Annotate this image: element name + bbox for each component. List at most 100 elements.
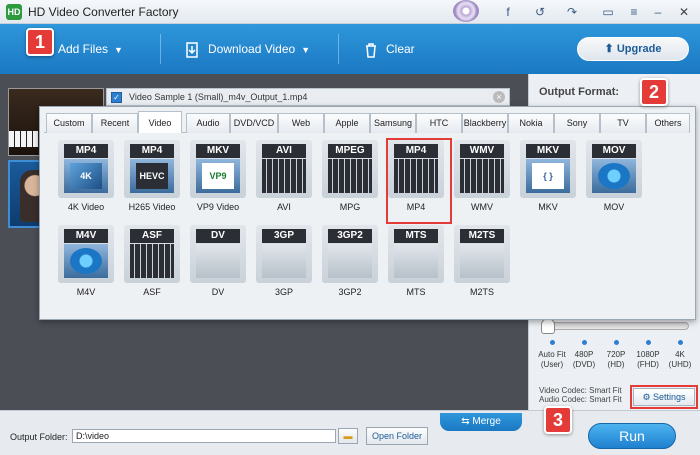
- minimize-icon[interactable]: –: [644, 2, 672, 22]
- tab-dvd-vcd[interactable]: DVD/VCD: [230, 113, 278, 133]
- resolution-option[interactable]: 4K (UHD): [663, 350, 697, 370]
- close-icon[interactable]: ✕: [670, 2, 698, 22]
- tick: [582, 340, 587, 345]
- format-head: MP4: [64, 144, 108, 158]
- merge-button[interactable]: ⇆ Merge: [440, 413, 522, 431]
- tab-web[interactable]: Web: [278, 113, 324, 133]
- tab-nokia[interactable]: Nokia: [508, 113, 554, 133]
- format-3gp2[interactable]: 3GP2 3GP2: [320, 225, 380, 305]
- tab-custom[interactable]: Custom: [46, 113, 92, 133]
- video-format-icon: 3GP2: [322, 225, 378, 283]
- file-row[interactable]: ✓ Video Sample 1 (Small)_m4v_Output_1.mp…: [106, 88, 510, 106]
- format-h265-video[interactable]: MP4 HEVC H265 Video: [122, 140, 182, 220]
- format-mkv[interactable]: MKV { } MKV: [518, 140, 578, 220]
- resolution-option[interactable]: 1080P (FHD): [631, 350, 665, 370]
- tab-video[interactable]: Video: [138, 111, 182, 133]
- res-label-line: 720P: [606, 350, 626, 359]
- video-format-icon: MTS: [388, 225, 444, 283]
- output-format-label: Output Format:: [539, 86, 620, 98]
- camcorder-icon: [394, 244, 438, 278]
- tab-blackberry[interactable]: Blackberry: [462, 113, 508, 133]
- tick: [678, 340, 683, 345]
- output-folder-input[interactable]: D:\video: [72, 429, 336, 443]
- video-format-icon: MP4 4K: [58, 140, 114, 198]
- resolution-option[interactable]: Auto Fit (User): [535, 350, 569, 370]
- browse-folder-icon[interactable]: ▬: [338, 428, 358, 444]
- tab-samsung[interactable]: Samsung: [370, 113, 416, 133]
- toolbar: Add Files ▼ Download Video ▼ Clear ⬆ Upgra…: [0, 24, 700, 74]
- resolution-option[interactable]: 720P (HD): [599, 350, 633, 370]
- chevron-down-icon[interactable]: ▼: [114, 37, 123, 63]
- format-3gp[interactable]: 3GP 3GP: [254, 225, 314, 305]
- tab-others[interactable]: Others: [646, 113, 690, 133]
- resolution-option[interactable]: 480P (DVD): [567, 350, 601, 370]
- trash-icon: [362, 41, 380, 59]
- format-badge: 4K: [70, 163, 102, 189]
- upgrade-label: Upgrade: [616, 43, 662, 55]
- upgrade-button[interactable]: ⬆ Upgrade: [577, 37, 689, 61]
- file-name: Video Sample 1 (Small)_m4v_Output_1.mp4: [129, 92, 308, 102]
- format-art: [460, 159, 504, 193]
- format-label: H265 Video: [128, 202, 176, 212]
- step-badge-3: 3: [544, 406, 572, 434]
- video-format-icon: MOV: [586, 140, 642, 198]
- format-head: MKV: [526, 144, 570, 158]
- tick: [614, 340, 619, 345]
- format-art: [328, 159, 372, 193]
- format-m4v[interactable]: M4V M4V: [56, 225, 116, 305]
- format-label: MOV: [603, 202, 625, 212]
- format-m2ts[interactable]: M2TS M2TS: [452, 225, 512, 305]
- download-icon: [184, 41, 202, 59]
- format-art: 4K: [64, 159, 108, 193]
- format-label: AVI: [277, 202, 291, 212]
- feedback-icon[interactable]: ▭: [594, 2, 622, 22]
- audio-codec-text: Audio Codec: Smart Fit: [539, 395, 622, 404]
- format-label: 3GP2: [338, 287, 362, 297]
- format-dv[interactable]: DV DV: [188, 225, 248, 305]
- format-mts[interactable]: MTS MTS: [386, 225, 446, 305]
- format-label: 3GP: [274, 287, 293, 297]
- tab-htc[interactable]: HTC: [416, 113, 462, 133]
- chevron-down-icon[interactable]: ▼: [301, 37, 310, 63]
- tab-audio[interactable]: Audio: [186, 113, 230, 133]
- settings-button[interactable]: ⚙ Settings: [633, 388, 695, 406]
- window-title: HD Video Converter Factory: [28, 5, 179, 19]
- format-badge: { }: [532, 163, 564, 189]
- disc-icon[interactable]: [453, 0, 479, 22]
- format-label: M2TS: [469, 287, 494, 297]
- tab-tv[interactable]: TV: [600, 113, 646, 133]
- merge-label: Merge: [472, 416, 501, 427]
- format-4k-video[interactable]: MP4 4K 4K Video: [56, 140, 116, 220]
- resolution-slider-knob[interactable]: [541, 318, 555, 334]
- format-art: [592, 159, 636, 193]
- tab-recent[interactable]: Recent: [92, 113, 138, 133]
- format-wmv[interactable]: WMV WMV: [452, 140, 512, 220]
- file-checkbox[interactable]: ✓: [111, 92, 122, 103]
- video-format-icon: WMV: [454, 140, 510, 198]
- facebook-icon[interactable]: f: [494, 2, 522, 22]
- camcorder-icon: [196, 244, 240, 278]
- tab-sony[interactable]: Sony: [554, 113, 600, 133]
- run-button[interactable]: Run: [588, 423, 676, 449]
- tick: [550, 340, 555, 345]
- format-mpg[interactable]: MPEG MPG: [320, 140, 380, 220]
- step-badge-2: 2: [640, 78, 668, 106]
- format-mov[interactable]: MOV MOV: [584, 140, 644, 220]
- res-label-line: 4K: [675, 350, 685, 359]
- bottom-bar: ⇆ Merge Output Folder: D:\video ▬ Open F…: [0, 410, 700, 455]
- add-files-label: Add Files: [58, 42, 109, 56]
- clear-button[interactable]: Clear: [362, 36, 415, 62]
- resolution-slider[interactable]: [541, 322, 689, 330]
- format-label: WMV: [471, 202, 493, 212]
- redo-icon[interactable]: ↷: [558, 2, 586, 22]
- tab-apple[interactable]: Apple: [324, 113, 370, 133]
- download-video-button[interactable]: Download Video ▼: [184, 36, 310, 62]
- format-avi[interactable]: AVI AVI: [254, 140, 314, 220]
- format-asf[interactable]: ASF ASF: [122, 225, 182, 305]
- undo-icon[interactable]: ↺: [526, 2, 554, 22]
- open-folder-button[interactable]: Open Folder: [366, 427, 428, 445]
- res-label-line: 1080P: [636, 350, 660, 359]
- format-vp9-video[interactable]: MKV VP9 VP9 Video: [188, 140, 248, 220]
- remove-file-icon[interactable]: ×: [493, 91, 505, 103]
- format-label: ASF: [143, 287, 161, 297]
